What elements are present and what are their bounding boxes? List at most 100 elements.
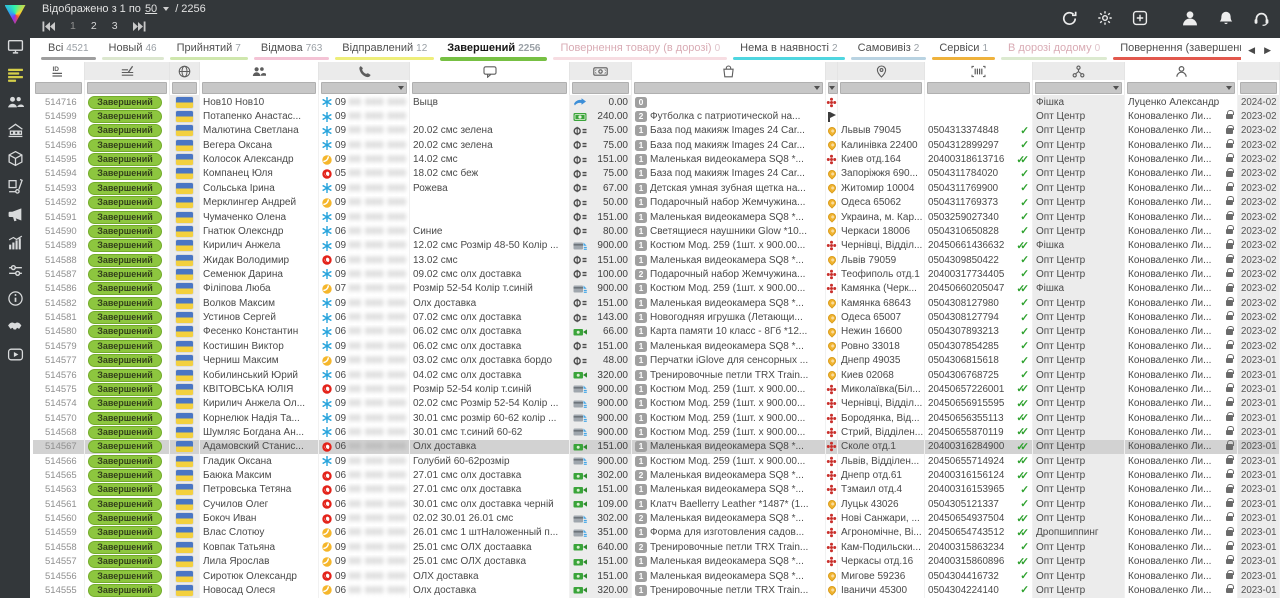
table-row[interactable]: 514579ЗавершенийКостишин Виктор0900 000 … [33,339,1280,353]
table-row[interactable]: 514559ЗавершенийВлас Слотюу0600 000 0002… [33,526,1280,540]
tab-5[interactable]: Завершений2256 [437,38,550,62]
tab-1[interactable]: Новый46 [99,38,167,62]
tab-8[interactable]: Самовивіз2 [848,38,930,62]
notifications-bell-icon[interactable] [1218,10,1234,27]
support-headset-icon[interactable] [1253,10,1270,27]
page-size-dropdown[interactable]: 50 [145,3,157,15]
table-row[interactable]: 514716ЗавершенийНов10 Нов100900 000 000В… [33,95,1280,109]
profile-icon[interactable] [1181,9,1199,27]
purchases-cart-icon[interactable] [6,177,24,195]
tab-scroll-right-icon[interactable]: ▶ [1264,45,1271,56]
filter-date[interactable] [1240,82,1277,94]
statistics-chart-icon[interactable] [6,233,24,251]
last-page-icon[interactable] [133,21,146,32]
tab-10[interactable]: В дорозі додому0 [998,38,1110,62]
column-header-country[interactable] [170,62,200,80]
column-header-manager[interactable] [1125,62,1238,80]
filter-ttn[interactable] [927,82,1030,94]
table-row[interactable]: 514596ЗавершенийВегера Оксана0900 000 00… [33,138,1280,152]
table-row[interactable]: 514595ЗавершенийКолосок Александр0900 00… [33,152,1280,166]
add-order-icon[interactable] [1132,10,1148,26]
table-row[interactable]: 514582ЗавершенийВолков Максим0900 000 00… [33,296,1280,310]
table-row[interactable]: 514568ЗавершенийШумляс Богдана Ан...0600… [33,425,1280,439]
table-row[interactable]: 514598ЗавершенийМалютина Светлана0900 00… [33,124,1280,138]
app-logo-icon[interactable] [5,5,26,24]
marketing-megaphone-icon[interactable] [6,205,24,223]
partners-handshake-icon[interactable] [6,317,24,335]
tab-2[interactable]: Прийнятий7 [167,38,251,62]
table-row[interactable]: 514589ЗавершенийКирилич Анжела0900 000 0… [33,239,1280,253]
products-package-icon[interactable] [6,149,24,167]
filter-source[interactable] [1035,82,1122,94]
table-row[interactable]: 514576ЗавершенийКобилинський Юрий0600 00… [33,368,1280,382]
column-header-status[interactable] [85,62,170,80]
filter-delivery[interactable] [828,82,838,94]
table-row[interactable]: 514566ЗавершенийГладик Оксана0900 000 00… [33,454,1280,468]
table-row[interactable]: 514588ЗавершенийЖидак Володимир0600 000 … [33,253,1280,267]
dashboard-monitor-icon[interactable] [6,37,24,55]
column-header-source[interactable] [1033,62,1125,80]
first-page-icon[interactable] [42,21,55,32]
filter-country[interactable] [172,82,197,94]
tab-4[interactable]: Відправлений12 [332,38,437,62]
table-row[interactable]: 514586ЗавершенийФіліпова Люба0700 000 00… [33,282,1280,296]
column-header-date[interactable] [1238,62,1280,80]
column-header-product[interactable] [632,62,826,80]
table-row[interactable]: 514592ЗавершенийМерклингер Андрей0900 00… [33,196,1280,210]
column-header-delivery[interactable] [826,62,838,80]
filter-status[interactable] [87,82,167,94]
page-number-1[interactable]: 1 [70,20,76,32]
table-row[interactable]: 514587ЗавершенийСеменюк Дарина0900 000 0… [33,267,1280,281]
warehouse-icon[interactable] [6,121,24,139]
filter-customer[interactable] [202,82,316,94]
tab-6[interactable]: Повернення товару (в дорозі)0 [550,38,730,62]
column-header-customer[interactable] [200,62,319,80]
column-header-comment[interactable] [410,62,570,80]
table-row[interactable]: 514567ЗавершенийАдамовский Станис...0600… [33,440,1280,454]
info-icon[interactable] [6,289,24,307]
tab-3[interactable]: Відмова763 [251,38,332,62]
filter-id[interactable] [35,82,82,94]
tab-scroll-left-icon[interactable]: ◀ [1248,45,1255,56]
integrations-sliders-icon[interactable] [6,261,24,279]
tab-0[interactable]: Всі4521 [38,38,99,62]
table-row[interactable]: 514560ЗавершенийБокоч Иван0900 000 00002… [33,511,1280,525]
settings-gear-icon[interactable] [1097,10,1113,26]
video-tutorials-icon[interactable] [6,345,24,363]
table-row[interactable]: 514561ЗавершенийСучилов Олег0600 000 000… [33,497,1280,511]
table-row[interactable]: 514599ЗавершенийПотапенко Анастас...0900… [33,109,1280,123]
table-row[interactable]: 514577ЗавершенийЧерниш Максим0900 000 00… [33,353,1280,367]
table-row[interactable]: 514575ЗавершенийКВІТОВСЬКА ЮЛІЯ0900 000 … [33,382,1280,396]
column-header-phone[interactable] [319,62,410,80]
column-header-payment[interactable] [570,62,632,80]
table-row[interactable]: 514555ЗавершенийНовосад Олеся0600 000 00… [33,583,1280,597]
filter-payment[interactable] [572,82,629,94]
refresh-icon[interactable] [1061,10,1078,27]
filter-phone[interactable] [321,82,407,94]
table-row[interactable]: 514593ЗавершенийСольська Ірина0900 000 0… [33,181,1280,195]
page-number-3[interactable]: 3 [112,20,118,32]
table-row[interactable]: 514556ЗавершенийСиротюк Олександр0900 00… [33,569,1280,583]
tab-7[interactable]: Нема в наявності2 [730,38,847,62]
column-header-id[interactable]: ID [33,62,85,80]
tab-9[interactable]: Сервіси1 [929,38,998,62]
table-row[interactable]: 514558ЗавершенийКовпак Татьяна0900 000 0… [33,540,1280,554]
table-row[interactable]: 514581ЗавершенийУстинов Сергей0600 000 0… [33,310,1280,324]
orders-list-icon[interactable] [6,65,24,83]
table-row[interactable]: 514563ЗавершенийПетровська Тетяна0600 00… [33,483,1280,497]
column-header-ttn[interactable] [925,62,1033,80]
filter-comment[interactable] [412,82,567,94]
table-row[interactable]: 514590ЗавершенийГнатюк Олексндр0600 000 … [33,224,1280,238]
table-row[interactable]: 514574ЗавершенийКирилич Анжела Ол...0900… [33,397,1280,411]
table-row[interactable]: 514594ЗавершенийКомпанец Юля0500 000 000… [33,167,1280,181]
table-row[interactable]: 514557ЗавершенийЛила Ярослав0900 000 000… [33,555,1280,569]
table-row[interactable]: 514580ЗавершенийФесенко Константин0600 0… [33,325,1280,339]
table-row[interactable]: 514565ЗавершенийБаюка Максим0600 000 000… [33,468,1280,482]
customers-icon[interactable] [6,93,24,111]
column-header-location[interactable] [838,62,925,80]
filter-product[interactable] [634,82,823,94]
table-row[interactable]: 514591ЗавершенийЧумаченко Олена0900 000 … [33,210,1280,224]
page-number-2[interactable]: 2 [91,20,97,32]
table-row[interactable]: 514570ЗавершенийКорнелюк Надія Та...0900… [33,411,1280,425]
filter-location[interactable] [840,82,922,94]
